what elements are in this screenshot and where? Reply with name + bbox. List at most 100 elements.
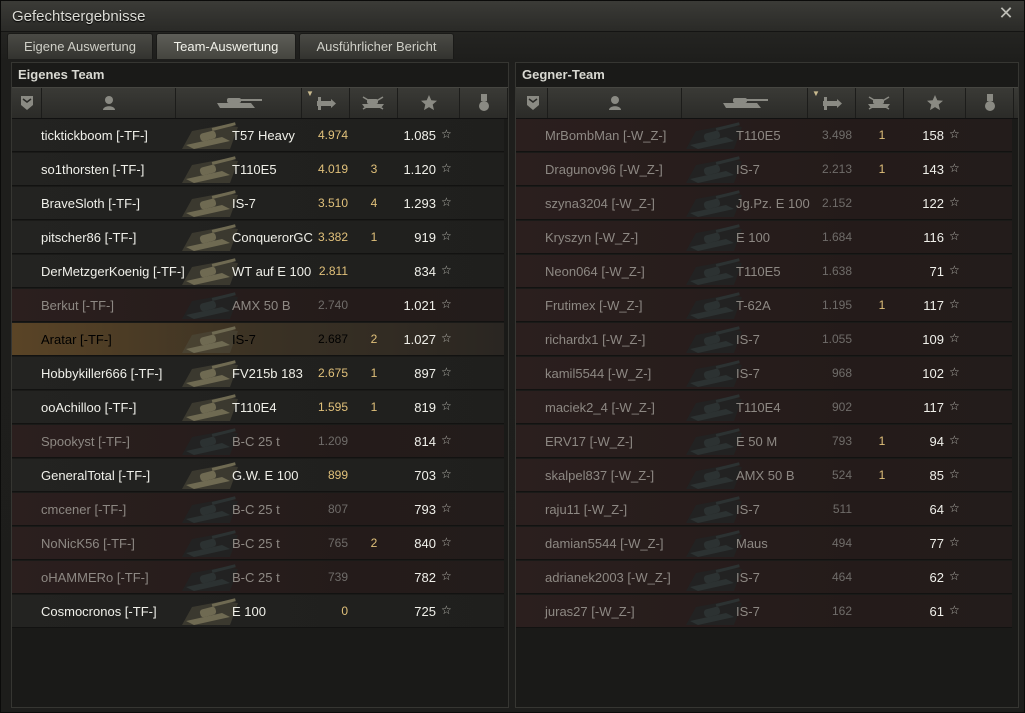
player-row[interactable]: ticktickboom [-TF-] T57 Heavy 4.974 1.085 ☆: [12, 119, 504, 152]
player-row[interactable]: DerMetzgerKoenig [-TF-] WT auf E 100 2.811…: [12, 255, 504, 288]
xp-star-icon-column-header[interactable]: [398, 88, 460, 118]
player-name: NoNicK56 [-TF-]: [41, 536, 135, 551]
player-row[interactable]: ERV17 [-W_Z-] E 50 M 793 1 94 ☆: [516, 425, 1012, 458]
player-row[interactable]: NoNicK56 [-TF-] B-C 25 t 765 2 840 ☆: [12, 527, 504, 560]
xp-star-icon: ☆: [441, 399, 452, 413]
player-row[interactable]: Hobbykiller666 [-TF-] FV215b 183 2.675 1 897…: [12, 357, 504, 390]
tank-name: B-C 25 t: [232, 570, 280, 585]
player-row[interactable]: so1thorsten [-TF-] T110E5 4.019 3 1.120 ☆: [12, 153, 504, 186]
player-row[interactable]: damian5544 [-W_Z-] Maus 494 77 ☆: [516, 527, 1012, 560]
tank-name: B-C 25 t: [232, 536, 280, 551]
tank-thumbnail-icon: [684, 357, 744, 389]
xp-value: 116: [923, 230, 944, 245]
tank-name: B-C 25 t: [232, 434, 280, 449]
tab-detailed-report[interactable]: Ausführlicher Bericht: [299, 33, 454, 59]
player-icon-column-header[interactable]: [548, 88, 682, 118]
damage-value: 793: [831, 434, 852, 448]
player-name: Dragunov96 [-W_Z-]: [545, 162, 663, 177]
tank-thumbnail-icon: [684, 323, 744, 355]
player-row[interactable]: richardx1 [-W_Z-] IS-7 1.055 109 ☆: [516, 323, 1012, 356]
tank-icon-column-header[interactable]: [682, 88, 808, 118]
xp-value: 61: [929, 604, 944, 619]
tank-name: T-62A: [736, 298, 771, 313]
damage-value: 1.638: [821, 264, 852, 278]
title-bar[interactable]: Gefechtsergebnisse ✕: [1, 1, 1024, 32]
tank-thumbnail-icon: [180, 153, 240, 185]
medal-icon-column-header[interactable]: [460, 88, 508, 118]
damage-value: 511: [832, 502, 852, 516]
tank-icon-column-header[interactable]: [176, 88, 302, 118]
player-icon-column-header[interactable]: [42, 88, 176, 118]
tank-name: Jg.Pz. E 100: [736, 196, 810, 211]
xp-star-icon: ☆: [949, 161, 960, 175]
damage-icon-column-header[interactable]: ▼: [302, 88, 350, 118]
player-row[interactable]: Neon064 [-W_Z-] T110E5 1.638 71 ☆: [516, 255, 1012, 288]
player-row[interactable]: raju11 [-W_Z-] IS-7 511 64 ☆: [516, 493, 1012, 526]
xp-star-icon: ☆: [441, 127, 452, 141]
damage-value: 1.195: [821, 298, 852, 312]
xp-value: 117: [923, 400, 944, 415]
player-name: Aratar [-TF-]: [41, 332, 112, 347]
xp-star-icon: ☆: [949, 433, 960, 447]
player-row[interactable]: Spookyst [-TF-] B-C 25 t 1.209 814 ☆: [12, 425, 504, 458]
tank-thumbnail-icon: [684, 391, 744, 423]
player-row[interactable]: Kryszyn [-W_Z-] E 100 1.684 116 ☆: [516, 221, 1012, 254]
tank-name: IS-7: [232, 196, 256, 211]
kills-icon-column-header[interactable]: [350, 88, 398, 118]
tank-name: IS-7: [736, 366, 760, 381]
player-name: Berkut [-TF-]: [41, 298, 114, 313]
player-row[interactable]: BraveSloth [-TF-] IS-7 3.510 4 1.293 ☆: [12, 187, 504, 220]
player-row[interactable]: MrBombMan [-W_Z-] T110E5 3.498 1 158 ☆: [516, 119, 1012, 152]
player-row[interactable]: Berkut [-TF-] AMX 50 B 2.740 1.021 ☆: [12, 289, 504, 322]
damage-value: 1.684: [821, 230, 852, 244]
damage-value: 2.213: [821, 162, 852, 176]
player-row[interactable]: skalpel837 [-W_Z-] AMX 50 B 524 1 85 ☆: [516, 459, 1012, 492]
tank-thumbnail-icon: [684, 221, 744, 253]
tank-thumbnail-icon: [684, 595, 744, 627]
player-row[interactable]: oHAMMERo [-TF-] B-C 25 t 739 782 ☆: [12, 561, 504, 594]
player-row[interactable]: juras27 [-W_Z-] IS-7 162 61 ☆: [516, 595, 1012, 628]
window-title: Gefechtsergebnisse: [12, 8, 146, 25]
player-row[interactable]: pitscher86 [-TF-] ConquerorGC 3.382 1 919 ☆: [12, 221, 504, 254]
player-row[interactable]: Cosmocronos [-TF-] E 100 0 725 ☆: [12, 595, 504, 628]
player-row[interactable]: Aratar [-TF-] IS-7 2.687 2 1.027 ☆: [12, 323, 504, 356]
tank-thumbnail-icon: [684, 255, 744, 287]
tank-thumbnail-icon: [684, 527, 744, 559]
player-row[interactable]: cmcener [-TF-] B-C 25 t 807 793 ☆: [12, 493, 504, 526]
xp-star-icon-column-header[interactable]: [904, 88, 966, 118]
player-name: Kryszyn [-W_Z-]: [545, 230, 639, 245]
xp-value: 77: [929, 536, 944, 551]
player-row[interactable]: kamil5544 [-W_Z-] IS-7 968 102 ☆: [516, 357, 1012, 390]
player-row[interactable]: Dragunov96 [-W_Z-] IS-7 2.213 1 143 ☆: [516, 153, 1012, 186]
xp-value: 919: [414, 230, 436, 245]
tab-own-evaluation[interactable]: Eigene Auswertung: [7, 33, 153, 59]
player-name: BraveSloth [-TF-]: [41, 196, 140, 211]
xp-value: 64: [929, 502, 944, 517]
damage-value: 968: [831, 366, 852, 380]
tank-thumbnail-icon: [684, 153, 744, 185]
tank-thumbnail-icon: [180, 323, 240, 355]
close-icon[interactable]: ✕: [998, 5, 1014, 23]
player-name: Hobbykiller666 [-TF-]: [41, 366, 163, 381]
rank-icon-column-header[interactable]: [12, 88, 42, 118]
player-name: adrianek2003 [-W_Z-]: [545, 570, 671, 585]
xp-star-icon: ☆: [949, 467, 960, 481]
kills-icon-column-header[interactable]: [856, 88, 904, 118]
player-row[interactable]: adrianek2003 [-W_Z-] IS-7 464 62 ☆: [516, 561, 1012, 594]
tab-team-evaluation[interactable]: Team-Auswertung: [156, 33, 296, 59]
rank-icon-column-header[interactable]: [518, 88, 548, 118]
xp-value: 814: [414, 434, 436, 449]
player-row[interactable]: ooAchilloo [-TF-] T110E4 1.595 1 819 ☆: [12, 391, 504, 424]
damage-value: 1.209: [317, 434, 348, 448]
tank-thumbnail-icon: [684, 561, 744, 593]
damage-value: 0: [341, 604, 348, 618]
tank-name: T57 Heavy: [232, 128, 295, 143]
tank-name: ConquerorGC: [232, 230, 313, 245]
xp-star-icon: ☆: [441, 331, 452, 345]
player-row[interactable]: szyna3204 [-W_Z-] Jg.Pz. E 100 2.152 122 ☆: [516, 187, 1012, 220]
medal-icon-column-header[interactable]: [966, 88, 1014, 118]
player-row[interactable]: GeneralTotal [-TF-] G.W. E 100 899 703 ☆: [12, 459, 504, 492]
player-row[interactable]: maciek2_4 [-W_Z-] T110E4 902 117 ☆: [516, 391, 1012, 424]
player-row[interactable]: Frutimex [-W_Z-] T-62A 1.195 1 117 ☆: [516, 289, 1012, 322]
damage-icon-column-header[interactable]: ▼: [808, 88, 856, 118]
